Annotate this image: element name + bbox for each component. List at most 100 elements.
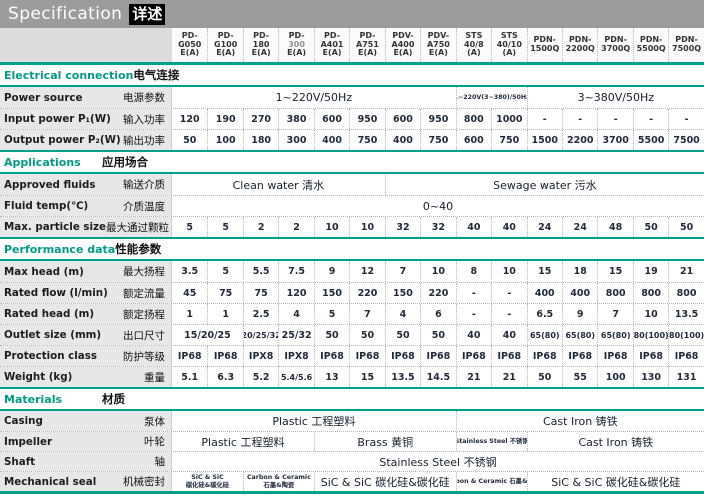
section-title-en: Electrical connection: [4, 69, 133, 82]
cell-text: 220: [358, 288, 378, 299]
cell-text: IPX8: [249, 351, 273, 362]
cell-text: 130: [641, 372, 661, 383]
cell-text: 180: [251, 135, 271, 146]
cell-text: 7: [612, 309, 619, 320]
cell-text: 21: [503, 372, 516, 383]
spec-row-mechanical-seal: Mechanical seal机械密封SiC & SiC碳化硅&碳化硅Carbo…: [0, 471, 704, 491]
value-cell: 4: [278, 304, 313, 324]
row-label: Mechanical seal机械密封: [0, 472, 172, 491]
value-cell: 6: [420, 304, 455, 324]
value-cell: 65(80): [597, 325, 632, 345]
cell-text: 15/20/25: [184, 330, 231, 341]
column-header-line: E(A): [252, 49, 271, 58]
section-title-zh: 性能参数: [115, 241, 161, 257]
value-cell: IP68: [207, 346, 242, 366]
cell-text: 6.5: [536, 309, 553, 320]
spec-table-body: Electrical connection电气连接Power source电源参…: [0, 65, 704, 494]
cell-text: IP68: [533, 351, 557, 362]
row-cells: 5010018030040075040075060075015002200370…: [172, 130, 704, 150]
column-header-line: E(A): [358, 49, 377, 58]
spec-row-casing: Casing泵体Plastic 工程塑料Cast Iron 铸铁: [0, 411, 704, 431]
spec-row-impeller: Impeller叶轮Plastic 工程塑料Brass 黄铜Stainless …: [0, 431, 704, 451]
value-cell: 800: [633, 283, 668, 303]
cell-text: 19: [645, 266, 658, 277]
value-cell: 5500: [633, 130, 668, 150]
cell-text: 5.5: [253, 266, 270, 277]
value-cell: 5.4/5.6: [278, 367, 313, 387]
value-cell: 7500: [668, 130, 703, 150]
row-label-en: Power source: [4, 92, 82, 104]
cell-text: 800: [606, 288, 626, 299]
value-cell: Stainless Steel 不锈钢: [172, 452, 704, 471]
value-cell: 5.2: [243, 367, 278, 387]
column-header-pd-g050e-a: PD-G050E(A): [172, 28, 207, 62]
cell-text: 131: [677, 372, 697, 383]
cell-text: IP68: [427, 351, 451, 362]
column-header-line: E(A): [323, 49, 342, 58]
value-cell: 190: [207, 109, 242, 129]
value-cell: 400: [385, 130, 420, 150]
value-cell: 5: [207, 261, 242, 282]
cell-text: IP68: [639, 351, 663, 362]
value-cell: 750: [491, 130, 526, 150]
row-cells: 112.545746--6.5971013.5: [172, 304, 704, 324]
column-header-band: PD-G050E(A)PD-G100E(A)PD-180E(A)PD-300E(…: [0, 28, 704, 62]
spec-row-max-particle-size: Max. particle size最大通过颗粒5522101032324040…: [0, 216, 704, 237]
cell-text: IP68: [214, 351, 238, 362]
cell-text: 7: [364, 309, 371, 320]
row-label-en: Mechanical seal: [4, 476, 96, 488]
cell-text: 32: [396, 222, 409, 233]
cell-text: Carbon & Ceramic: [247, 474, 311, 481]
value-cell: 800: [456, 109, 491, 129]
value-cell: 40: [456, 325, 491, 345]
cell-text: 3700: [602, 135, 628, 146]
value-cell: 400: [527, 283, 562, 303]
cell-text: 50: [183, 135, 196, 146]
value-cell: 100: [207, 130, 242, 150]
value-cell: 10: [633, 304, 668, 324]
cell-text: 40: [503, 222, 516, 233]
cell-text: -: [472, 309, 476, 320]
cell-text: 9: [329, 266, 336, 277]
value-cell: 180: [243, 130, 278, 150]
cell-text: 21: [467, 372, 480, 383]
cell-text: 4: [400, 309, 407, 320]
value-cell: 120: [172, 109, 207, 129]
cell-text: Plastic 工程塑料: [272, 413, 355, 429]
cell-text: 100: [606, 372, 626, 383]
value-cell: Clean water 清水: [172, 174, 385, 195]
cell-text: SiC & SiC 碳化硅&碳化硅: [321, 474, 450, 490]
cell-text: -: [649, 114, 653, 125]
cell-text: 14.5: [427, 372, 450, 383]
value-cell: IP68: [527, 346, 562, 366]
value-cell: 75: [207, 283, 242, 303]
row-cells: 55221010323240402424485050: [172, 217, 704, 237]
cell-text: 1: [222, 309, 229, 320]
value-cell: 18: [562, 261, 597, 282]
row-label-en: Protection class: [4, 350, 97, 362]
column-header-line: E(A): [429, 49, 448, 58]
row-cells: Plastic 工程塑料Cast Iron 铸铁: [172, 411, 704, 431]
value-cell: 10: [420, 261, 455, 282]
cell-text: 5: [222, 222, 229, 233]
value-cell: -: [668, 109, 703, 129]
value-cell: SiC & SiC 碳化硅&碳化硅: [527, 472, 704, 491]
cell-text: 15: [538, 266, 551, 277]
value-cell: 10: [349, 217, 384, 237]
value-cell: 1~220V/50Hz: [172, 87, 456, 108]
value-cell: 7: [597, 304, 632, 324]
cell-text: 1: [186, 309, 193, 320]
row-cells: Stainless Steel 不锈钢: [172, 452, 704, 471]
value-cell: 50: [385, 325, 420, 345]
spec-sheet-page: Specification 详述 PD-G050E(A)PD-G100E(A)P…: [0, 0, 704, 499]
spec-row-rated-flow-l-min: Rated flow (l/min)额定流量457575120150220150…: [0, 282, 704, 303]
value-cell: 10: [314, 217, 349, 237]
value-cell: 5.1: [172, 367, 207, 387]
cell-text: 800: [677, 288, 697, 299]
cell-text: 150: [393, 288, 413, 299]
cell-text: 50: [538, 372, 551, 383]
column-header-pd-a401e-a: PD-A401E(A): [314, 28, 349, 62]
cell-text: IP68: [320, 351, 344, 362]
value-cell: 19: [633, 261, 668, 282]
section-title-applications: Applications应用场合: [0, 152, 704, 172]
